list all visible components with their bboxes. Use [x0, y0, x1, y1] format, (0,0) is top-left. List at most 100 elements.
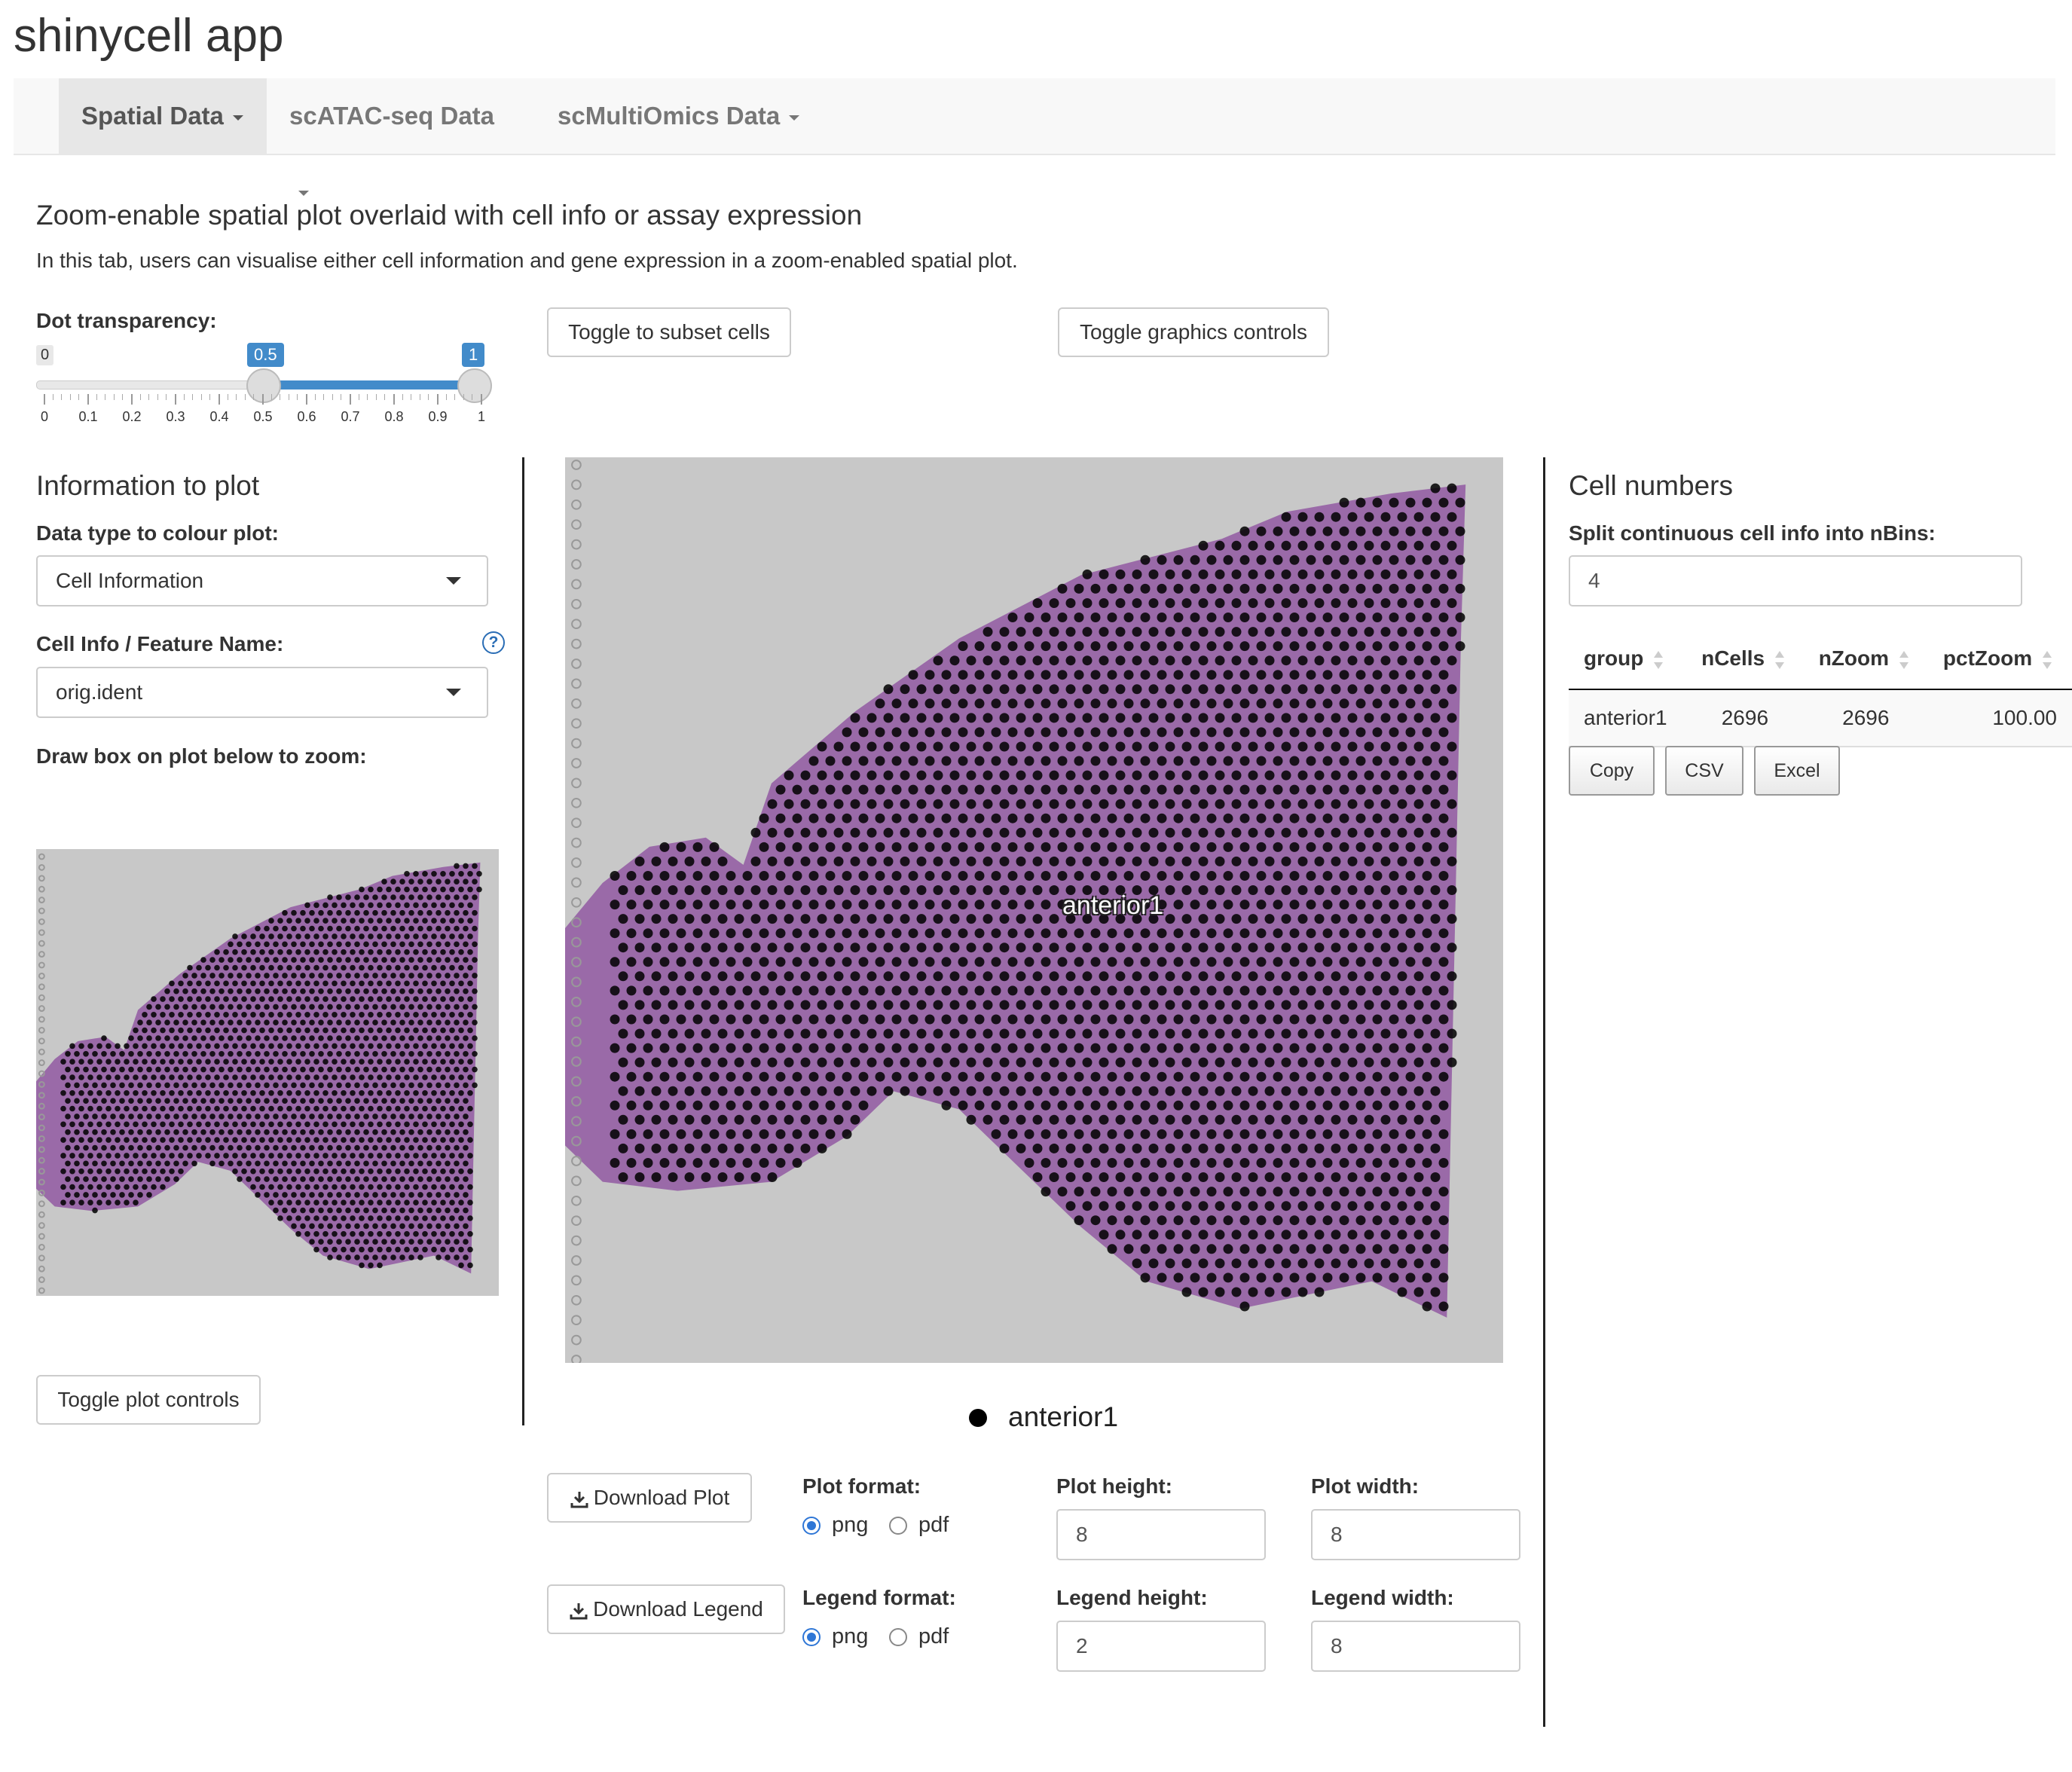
spot-dot — [250, 949, 256, 955]
spot-dot — [1430, 827, 1441, 838]
spot-dot — [1165, 684, 1175, 695]
spot-dot — [742, 1043, 753, 1053]
spot-dot — [87, 1168, 93, 1175]
spot-dot — [1455, 641, 1465, 652]
spot-dot — [1413, 598, 1424, 608]
plot-format-pdf-radio[interactable] — [889, 1517, 907, 1535]
table-header-pctzoom[interactable]: pctZoom — [1927, 628, 2072, 690]
spot-dot — [440, 964, 446, 971]
spot-dot — [1289, 613, 1300, 622]
toggle-plot-controls-button[interactable]: Toggle plot controls — [36, 1375, 261, 1425]
spot-dot — [282, 1114, 288, 1120]
toggle-graphics-controls-button[interactable]: Toggle graphics controls — [1058, 307, 1329, 357]
spot-dot — [759, 957, 769, 967]
spot-dot — [1223, 756, 1233, 766]
spot-dot — [1264, 1114, 1275, 1125]
slider-tick — [437, 394, 439, 405]
spot-dot — [463, 941, 469, 948]
spot-dot — [350, 1168, 356, 1175]
spot-dot — [327, 925, 333, 932]
spot-dot — [1281, 655, 1291, 666]
spot-dot — [458, 1168, 464, 1175]
plot-width-input[interactable]: 8 — [1311, 1509, 1520, 1560]
spot-dot — [440, 886, 446, 893]
spot-dot — [286, 1215, 292, 1221]
legend-height-input[interactable]: 2 — [1056, 1621, 1266, 1672]
spot-dot — [119, 1129, 125, 1135]
spot-dot — [250, 1153, 256, 1159]
spot-dot — [214, 1090, 220, 1096]
plot-format-png-radio[interactable] — [802, 1517, 821, 1535]
download-legend-button[interactable]: Download Legend — [547, 1584, 785, 1634]
nav-scmultiomics-data[interactable]: scMultiOmics Data — [535, 78, 836, 154]
table-header-nzoom[interactable]: nZoom — [1803, 628, 1928, 690]
spot-dot — [341, 949, 347, 955]
main-spatial-plot[interactable]: anterior1 — [565, 457, 1503, 1365]
nbins-input[interactable]: 4 — [1569, 555, 2022, 606]
spot-dot — [300, 941, 306, 948]
thumbnail-plot[interactable] — [36, 849, 499, 1296]
legend-format-png-radio[interactable] — [802, 1628, 821, 1646]
spot-dot — [974, 784, 985, 795]
dot-transparency-slider[interactable]: 0 0.5 1 0 0.1 0.2 0.3 0.4 0.5 0.6 0.7 0.8 0.9 1 — [36, 343, 492, 426]
table-header-ncells[interactable]: nCells — [1686, 628, 1804, 690]
spot-dot — [1397, 770, 1407, 781]
spot-dot — [916, 1086, 927, 1096]
spot-dot — [1372, 555, 1383, 565]
datatype-select[interactable]: Cell Information — [36, 555, 488, 606]
spot-dot — [345, 1114, 351, 1120]
spot-dot — [800, 1143, 811, 1153]
spot-dot — [345, 1004, 351, 1010]
spot-dot — [345, 1254, 351, 1260]
nav-scatac-data[interactable]: scATAC-seq Data — [267, 78, 535, 196]
csv-button[interactable]: CSV — [1665, 746, 1743, 796]
spot-dot — [413, 949, 419, 955]
spot-dot — [78, 1074, 84, 1080]
spot-dot — [1173, 1100, 1184, 1111]
spot-dot — [372, 1019, 378, 1025]
slider-handle-from[interactable] — [246, 368, 281, 403]
spot-dot — [1049, 598, 1059, 608]
spot-dot — [1322, 756, 1333, 766]
spot-dot — [408, 1114, 414, 1120]
spot-dot — [1198, 713, 1209, 723]
spot-dot — [1447, 943, 1457, 953]
legend-width-input[interactable]: 8 — [1311, 1621, 1520, 1672]
spot-dot — [958, 698, 968, 709]
spot-dot — [825, 784, 836, 795]
spot-dot — [1231, 770, 1242, 781]
spot-dot — [87, 1074, 93, 1080]
spot-dot — [300, 1192, 306, 1198]
help-icon[interactable]: ? — [482, 631, 505, 654]
table-header-group[interactable]: group — [1569, 628, 1687, 690]
spot-dot — [941, 1100, 952, 1111]
spot-dot — [255, 1066, 261, 1073]
spot-dot — [133, 1153, 139, 1159]
spot-dot — [408, 1192, 414, 1198]
spot-dot — [643, 871, 653, 881]
spot-dot — [833, 1114, 844, 1125]
spot-dot — [200, 1004, 206, 1010]
spot-dot — [377, 1027, 383, 1034]
spot-dot — [1215, 655, 1225, 666]
nav-spatial-data[interactable]: Spatial Data — [59, 78, 267, 154]
spot-dot — [1372, 1187, 1383, 1197]
spot-dot — [1190, 1187, 1200, 1197]
spot-dot — [381, 1098, 387, 1104]
excel-button[interactable]: Excel — [1754, 746, 1840, 796]
spot-dot — [241, 1168, 247, 1175]
spot-dot — [200, 1051, 206, 1057]
download-plot-button[interactable]: Download Plot — [547, 1473, 752, 1523]
spot-dot — [377, 949, 383, 955]
spot-dot — [60, 1121, 66, 1128]
legend-format-pdf-radio[interactable] — [889, 1628, 907, 1646]
spot-dot — [1438, 613, 1449, 622]
spot-dot — [1422, 1158, 1432, 1168]
spot-dot — [1198, 856, 1209, 866]
toggle-subset-cells-button[interactable]: Toggle to subset cells — [547, 307, 791, 357]
copy-button[interactable]: Copy — [1569, 746, 1655, 796]
spot-dot — [417, 1019, 423, 1025]
feature-select[interactable]: orig.ident — [36, 667, 488, 718]
plot-height-input[interactable]: 8 — [1056, 1509, 1266, 1560]
spot-dot — [1322, 613, 1333, 622]
